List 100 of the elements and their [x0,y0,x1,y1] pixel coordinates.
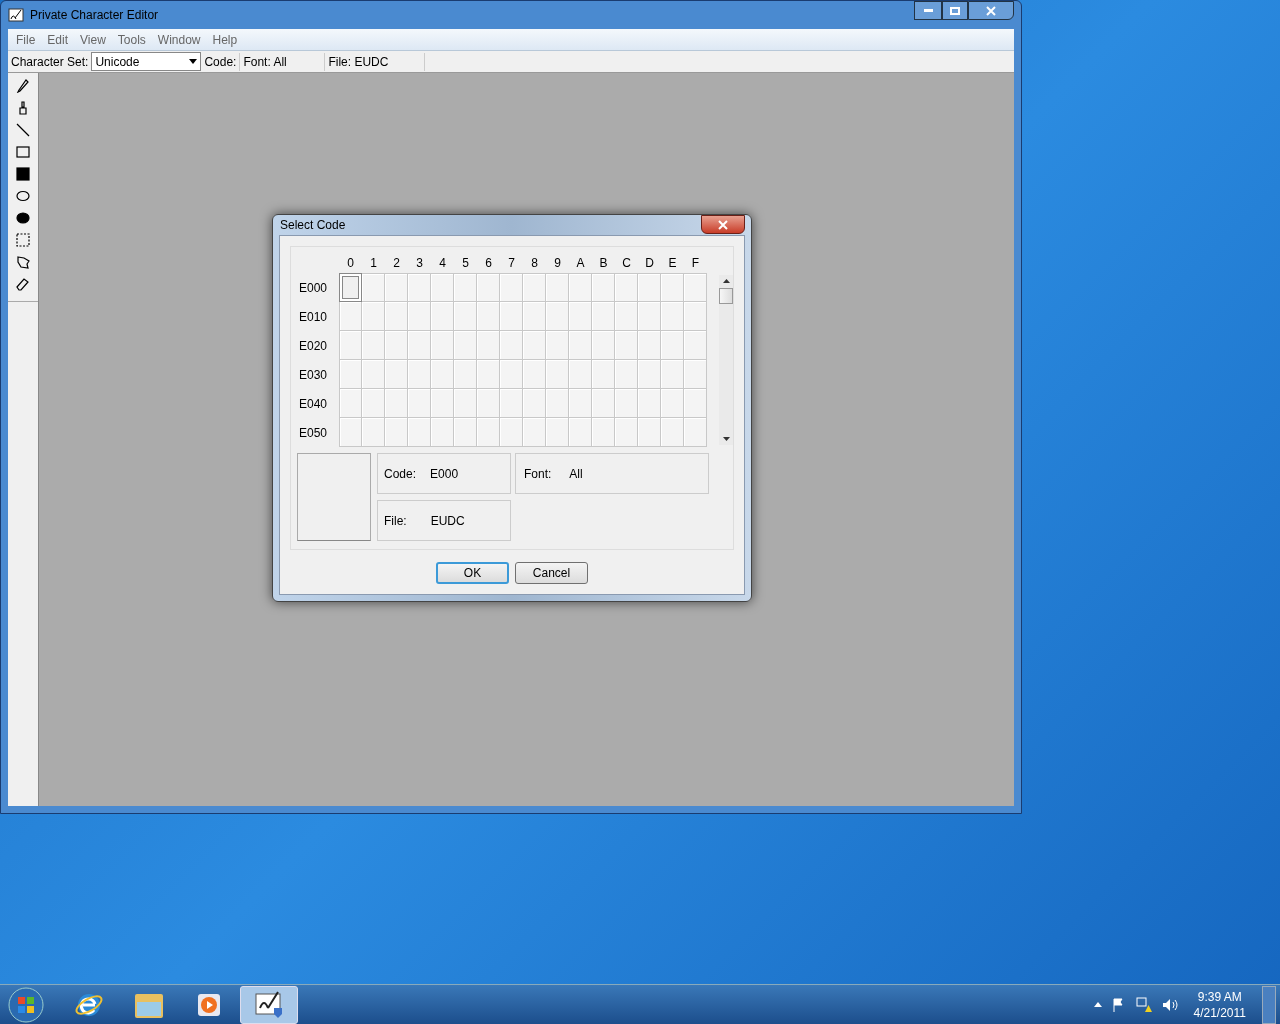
character-set-dropdown[interactable]: Unicode [91,52,202,71]
code-cell[interactable] [362,389,385,418]
network-warning-icon[interactable] [1135,996,1152,1013]
code-cell[interactable] [615,331,638,360]
code-cell[interactable] [661,331,684,360]
code-cell[interactable] [339,389,362,418]
taskbar-button[interactable] [240,985,298,1024]
code-cell[interactable] [661,360,684,389]
code-cell[interactable] [615,389,638,418]
code-cell[interactable] [523,331,546,360]
code-cell[interactable] [546,389,569,418]
code-cell[interactable] [638,418,661,447]
code-cell[interactable] [638,360,661,389]
code-cell[interactable] [661,273,684,302]
code-cell[interactable] [385,418,408,447]
code-cell[interactable] [638,331,661,360]
code-cell[interactable] [569,273,592,302]
code-cell[interactable] [661,389,684,418]
code-cell[interactable] [546,302,569,331]
code-cell[interactable] [569,331,592,360]
menu-item[interactable]: Window [151,30,207,49]
menu-item[interactable]: Edit [41,30,75,49]
code-cell[interactable] [569,360,592,389]
code-cell[interactable] [638,302,661,331]
code-cell[interactable] [638,273,661,302]
code-cell[interactable] [431,389,454,418]
code-cell[interactable] [569,418,592,447]
close-button[interactable] [701,215,745,234]
code-cell[interactable] [592,360,615,389]
code-cell[interactable] [684,273,707,302]
start-button[interactable] [6,984,46,1024]
code-cell[interactable] [339,302,362,331]
code-cell[interactable] [431,360,454,389]
code-cell[interactable] [362,273,385,302]
tool-button[interactable] [13,189,33,203]
code-cell[interactable] [454,389,477,418]
code-cell[interactable] [500,273,523,302]
code-cell[interactable] [339,273,362,302]
code-cell[interactable] [546,360,569,389]
speaker-icon[interactable] [1161,997,1178,1012]
code-cell[interactable] [339,360,362,389]
scroll-thumb[interactable] [719,288,733,304]
code-cell[interactable] [684,302,707,331]
code-cell[interactable] [615,302,638,331]
code-cell[interactable] [339,418,362,447]
show-hidden-icons-icon[interactable] [1093,1002,1102,1007]
code-cell[interactable] [477,360,500,389]
code-cell[interactable] [592,273,615,302]
menu-item[interactable]: View [74,30,112,49]
code-cell[interactable] [523,389,546,418]
dialog-button[interactable]: OK [436,562,509,584]
code-cell[interactable] [362,418,385,447]
code-cell[interactable] [523,273,546,302]
tool-button[interactable] [13,211,33,225]
code-cell[interactable] [615,273,638,302]
maximize-button[interactable] [942,1,968,20]
code-cell[interactable] [385,273,408,302]
code-cell[interactable] [477,273,500,302]
code-cell[interactable] [684,360,707,389]
code-cell[interactable] [684,418,707,447]
menu-item[interactable]: Tools [111,30,152,49]
code-cell[interactable] [546,273,569,302]
dialog-button[interactable]: Cancel [515,562,588,584]
code-cell[interactable] [500,360,523,389]
code-cell[interactable] [569,302,592,331]
code-cell[interactable] [638,389,661,418]
code-cell[interactable] [431,418,454,447]
code-cell[interactable] [339,331,362,360]
code-cell[interactable] [408,273,431,302]
code-cell[interactable] [454,331,477,360]
code-cell[interactable] [477,331,500,360]
code-cell[interactable] [523,302,546,331]
code-cell[interactable] [408,389,431,418]
code-cell[interactable] [454,360,477,389]
code-cell[interactable] [362,331,385,360]
code-cell[interactable] [385,360,408,389]
code-cell[interactable] [615,360,638,389]
vertical-scrollbar[interactable] [719,275,733,445]
code-cell[interactable] [546,331,569,360]
code-cell[interactable] [546,418,569,447]
code-cell[interactable] [385,302,408,331]
code-cell[interactable] [408,360,431,389]
code-cell[interactable] [385,389,408,418]
code-cell[interactable] [592,418,615,447]
code-cell[interactable] [500,418,523,447]
code-cell[interactable] [661,302,684,331]
close-button[interactable] [968,1,1014,20]
code-cell[interactable] [684,331,707,360]
menu-item[interactable]: File [10,30,42,49]
code-cell[interactable] [362,302,385,331]
code-cell[interactable] [615,418,638,447]
minimize-button[interactable] [914,1,942,20]
menu-item[interactable]: Help [206,30,244,49]
code-cell[interactable] [408,418,431,447]
code-cell[interactable] [569,389,592,418]
code-cell[interactable] [477,389,500,418]
show-desktop-button[interactable] [1262,985,1276,1024]
code-cell[interactable] [385,331,408,360]
code-cell[interactable] [523,360,546,389]
code-cell[interactable] [431,273,454,302]
